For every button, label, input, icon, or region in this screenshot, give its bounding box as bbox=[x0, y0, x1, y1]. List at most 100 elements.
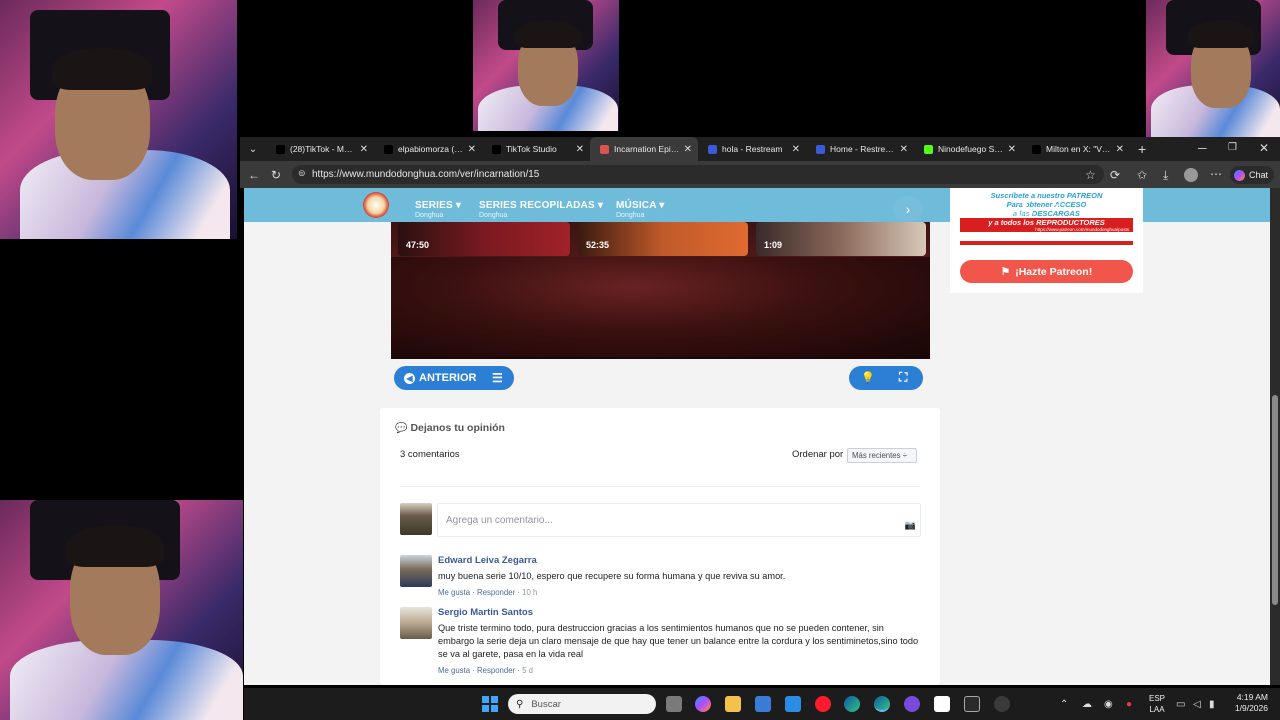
browser-tab[interactable]: TikTok Studio ✕ bbox=[482, 137, 590, 161]
related-video-thumb[interactable]: 52:35 bbox=[578, 222, 748, 256]
onedrive-icon[interactable]: ☁ bbox=[1082, 699, 1092, 711]
like-link[interactable]: Me gusta bbox=[438, 666, 470, 675]
favorite-star-icon[interactable]: ☆ bbox=[1085, 169, 1096, 181]
taskbar-search-box[interactable]: ⚲ Buscar bbox=[508, 694, 656, 714]
browser-tab[interactable]: Ninodefuego Strea ✕ bbox=[914, 137, 1022, 161]
reply-link[interactable]: Responder bbox=[477, 666, 515, 675]
language-top: ESP bbox=[1149, 694, 1166, 703]
start-button[interactable] bbox=[482, 696, 498, 712]
close-tab-icon[interactable]: ✕ bbox=[1116, 144, 1124, 155]
profile-avatar[interactable] bbox=[1184, 168, 1198, 182]
patreon-icon[interactable]: ● bbox=[1021, 198, 1028, 210]
related-video-thumb[interactable]: 1:09 bbox=[756, 222, 926, 256]
favorites-icon[interactable]: ✩ bbox=[1137, 169, 1147, 181]
close-tab-icon[interactable]: ✕ bbox=[900, 144, 908, 155]
minimize-window-icon[interactable]: ─ bbox=[1198, 142, 1207, 154]
browser-tab[interactable]: Home - Restream ✕ bbox=[806, 137, 914, 161]
related-video-thumb[interactable]: 47:50 bbox=[398, 222, 570, 256]
nav-musica-sub: Donghua bbox=[616, 212, 645, 219]
browser-tab[interactable]: Milton en X: "Vi un ✕ bbox=[1022, 137, 1130, 161]
language-indicator[interactable]: ESP LAA bbox=[1149, 693, 1165, 715]
copilot-chat-button[interactable]: Chat bbox=[1230, 166, 1274, 184]
banner-line: a las DESCARGAS bbox=[1013, 209, 1080, 218]
epic-games-icon[interactable] bbox=[964, 696, 980, 712]
store-icon[interactable] bbox=[755, 696, 771, 712]
tiktok-icon bbox=[276, 144, 285, 154]
refresh-extension-icon[interactable]: ⟳ bbox=[1110, 169, 1120, 181]
reload-icon[interactable]: ↻ bbox=[271, 169, 281, 181]
patreon-banner[interactable]: Suscríbete a nuestro PATREON Para obtene… bbox=[960, 188, 1133, 245]
episode-list-icon[interactable]: ☰ bbox=[492, 371, 503, 385]
clock-date: 1/9/2026 bbox=[1234, 703, 1268, 713]
network-icon[interactable]: ▭ bbox=[1176, 699, 1185, 711]
close-tab-icon[interactable]: ✕ bbox=[792, 144, 800, 155]
mail-icon[interactable] bbox=[785, 696, 801, 712]
maximize-window-icon[interactable]: ❐ bbox=[1228, 142, 1237, 154]
comment-input-placeholder: Agrega un comentario... bbox=[446, 515, 553, 526]
edge-icon[interactable] bbox=[844, 696, 860, 712]
comment-actions: Me gusta · Responder · 10 h bbox=[438, 588, 538, 597]
file-explorer-icon[interactable] bbox=[725, 696, 741, 712]
more-options-icon[interactable]: ⋯ bbox=[1210, 168, 1222, 180]
camera-icon[interactable]: 📷 bbox=[905, 520, 916, 531]
clock[interactable]: 4:19 AM 1/9/2026 bbox=[1226, 692, 1268, 714]
hazte-patreon-button[interactable]: ⚑ ¡Hazte Patreon! bbox=[960, 260, 1133, 283]
nav-series-recopiladas[interactable]: SERIES RECOPILADAS ▾ bbox=[479, 200, 603, 211]
browser-tab[interactable]: hola - Restream ✕ bbox=[698, 137, 806, 161]
user-icon bbox=[1086, 199, 1097, 210]
comment-avatar[interactable] bbox=[400, 555, 432, 587]
comment-author[interactable]: Edward Leiva Zegarra bbox=[438, 555, 537, 566]
task-view-icon[interactable] bbox=[666, 696, 682, 712]
tab-list-dropdown-icon[interactable]: ⌄ bbox=[240, 144, 266, 155]
settings-app-icon[interactable] bbox=[994, 696, 1010, 712]
kick-icon bbox=[924, 144, 933, 154]
copilot-app-icon[interactable] bbox=[695, 696, 711, 712]
capcut-icon[interactable] bbox=[934, 696, 950, 712]
page-scrollbar-thumb[interactable] bbox=[1272, 395, 1278, 605]
downloads-icon[interactable]: ⤓ bbox=[1163, 169, 1168, 181]
login-button[interactable]: LOGIN bbox=[1086, 199, 1130, 210]
url-field[interactable]: ⊜ https://www.mundodonghua.com/ver/incar… bbox=[292, 165, 1104, 184]
facebook-icon[interactable]: f bbox=[988, 198, 992, 210]
close-tab-icon[interactable]: ✕ bbox=[468, 144, 476, 155]
nav-series-recopiladas-sub: Donghua bbox=[479, 212, 508, 219]
nav-musica[interactable]: MÚSICA ▾ bbox=[616, 200, 664, 211]
anterior-button[interactable]: ◀ ANTERIOR ☰ bbox=[394, 366, 514, 390]
browser-tab-label: Home - Restream bbox=[830, 144, 896, 154]
show-hidden-icons[interactable]: ⌃ bbox=[1060, 699, 1068, 711]
nav-series[interactable]: SERIES ▾ bbox=[415, 200, 461, 211]
like-link[interactable]: Me gusta bbox=[438, 588, 470, 597]
close-window-icon[interactable]: ✕ bbox=[1259, 142, 1269, 154]
lights-off-icon[interactable]: 💡 bbox=[861, 371, 875, 384]
browser-tab[interactable]: elpabiomorza (@eli ✕ bbox=[374, 137, 482, 161]
volume-icon[interactable]: ◁ bbox=[1193, 699, 1201, 711]
site-logo[interactable] bbox=[363, 192, 389, 218]
order-select[interactable]: Más recientes ÷ bbox=[847, 448, 917, 463]
fullscreen-icon[interactable]: ⛶ bbox=[899, 370, 907, 385]
tray-app-icon[interactable]: ◉ bbox=[1104, 699, 1113, 711]
back-icon[interactable]: ← bbox=[248, 169, 260, 181]
chat-label: Chat bbox=[1249, 170, 1269, 180]
streaming-app-icon[interactable] bbox=[904, 696, 920, 712]
comment-author[interactable]: Sergio Martin Santos bbox=[438, 607, 533, 618]
close-tab-icon[interactable]: ✕ bbox=[576, 144, 584, 155]
webcam-overlay-top-center bbox=[473, 0, 619, 131]
url-text: https://www.mundodonghua.com/ver/incarna… bbox=[312, 169, 540, 180]
edge-active-icon[interactable] bbox=[874, 696, 890, 712]
battery-icon[interactable]: ▮ bbox=[1209, 699, 1215, 711]
close-tab-icon[interactable]: ✕ bbox=[684, 144, 692, 155]
restream-icon bbox=[708, 144, 717, 154]
close-tab-icon[interactable]: ✕ bbox=[1008, 144, 1016, 155]
opera-icon[interactable] bbox=[815, 696, 831, 712]
microphone-icon[interactable]: ● bbox=[1126, 699, 1132, 711]
comment-input[interactable]: Agrega un comentario... 📷 bbox=[437, 503, 921, 537]
search-icon[interactable]: ⚲ bbox=[1053, 198, 1062, 210]
browser-tab[interactable]: (28)TikTok - Make Y ✕ bbox=[266, 137, 374, 161]
site-info-icon[interactable]: ⊜ bbox=[298, 168, 306, 179]
reply-link[interactable]: Responder bbox=[477, 588, 515, 597]
new-tab-button[interactable]: + bbox=[1138, 141, 1146, 157]
comment-avatar[interactable] bbox=[400, 607, 432, 639]
browser-tab[interactable]: Incarnation Episodi ✕ bbox=[590, 137, 698, 161]
carousel-next-button[interactable]: › bbox=[893, 196, 923, 222]
close-tab-icon[interactable]: ✕ bbox=[360, 144, 368, 155]
